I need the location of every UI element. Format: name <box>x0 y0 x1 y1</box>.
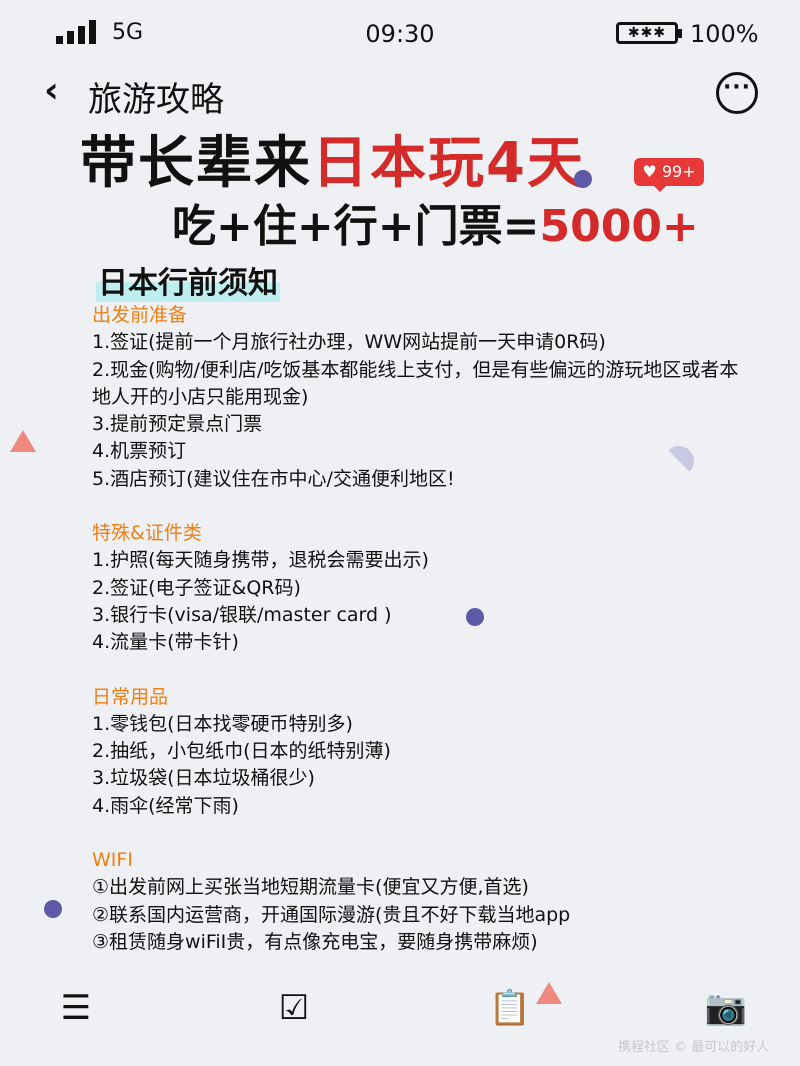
nav-bar: ‹ 旅游攻略 ··· <box>0 62 800 122</box>
list-item: 1.护照(每天随身携带，退税会需要出示) <box>92 549 429 572</box>
category-title: WIFI <box>92 849 133 872</box>
list-item: ②联系国内运营商，开通国际漫游(贵且不好下载当地app <box>92 903 571 926</box>
section-daily-items: 日常用品 1.零钱包(日本找零硬币特别多) 2.抽纸，小包纸巾(日本的纸特别薄)… <box>92 684 752 820</box>
category-title: 出发前准备 <box>92 304 188 326</box>
checklist-content: 出发前准备 1.签证(提前一个月旅行社办理，WW网站提前一天申请0R码) 2.现… <box>92 302 752 956</box>
list-item: 3.提前预定景点门票 <box>92 413 263 436</box>
list-item: 3.银行卡(visa/银联/master card ) <box>92 603 392 626</box>
camera-icon[interactable]: 📷 <box>704 986 748 1030</box>
hero-line2-red: 5000+ <box>539 201 699 252</box>
hero-line2-black: 吃+住+行+门票= <box>172 201 540 252</box>
section-documents: 特殊&证件类 1.护照(每天随身携带，退税会需要出示) 2.签证(电子签证&QR… <box>92 520 752 656</box>
list-item: 4.流量卡(带卡针) <box>92 631 239 654</box>
watermark: 携程社区 © 最可以的好人 <box>618 1040 770 1055</box>
decorative-triangle <box>10 430 36 452</box>
list-item: 1.零钱包(日本找零硬币特别多) <box>92 712 353 735</box>
decorative-dot <box>44 900 62 918</box>
list-item: ③租赁随身wiFiI贵，有点像充电宝，要随身携带麻烦) <box>92 930 538 953</box>
list-item: 5.酒店预订(建议住在市中心/交通便利地区! <box>92 467 455 490</box>
list-item: 2.现金(购物/便利店/吃饭基本都能线上支付，但是有些偏远的游玩地区或者本地人开… <box>92 358 739 408</box>
section-wifi: WIFI ①出发前网上买张当地短期流量卡(便宜又方便,首选) ②联系国内运营商，… <box>92 847 752 956</box>
battery-percent: 100% <box>690 20 759 48</box>
like-count: 99+ <box>661 162 696 181</box>
bottom-toolbar: ☰ ☑ 📋 📷 <box>0 986 800 1036</box>
battery-icon: ✱✱✱ <box>616 22 682 44</box>
list-item: 4.雨伞(经常下雨) <box>92 794 239 817</box>
checklist-icon[interactable]: ☑ <box>272 986 316 1030</box>
heart-icon: ♥ <box>642 162 657 181</box>
hero-line1-black: 带长辈来 <box>80 131 312 196</box>
list-item: 3.垃圾袋(日本垃圾桶很少) <box>92 767 315 790</box>
menu-icon[interactable]: ☰ <box>54 986 98 1030</box>
category-title: 特殊&证件类 <box>92 522 202 545</box>
section-title: 日本行前须知 <box>96 258 280 302</box>
like-badge[interactable]: ♥ 99+ <box>634 158 704 192</box>
hero-headline: 带长辈来日本玩4天 <box>80 118 585 199</box>
more-options-icon[interactable]: ··· <box>716 72 758 114</box>
hero-line1-red: 日本玩4天 <box>312 131 585 196</box>
back-icon[interactable]: ‹ <box>44 70 59 111</box>
category-title: 日常用品 <box>92 685 169 708</box>
clipboard-icon[interactable]: 📋 <box>488 986 532 1030</box>
list-item: 4.机票预订 <box>92 440 187 463</box>
page-title: 旅游攻略 <box>88 80 224 120</box>
list-item: 1.签证(提前一个月旅行社办理，WW网站提前一天申请0R码) <box>92 331 606 354</box>
list-item: ①出发前网上买张当地短期流量卡(便宜又方便,首选) <box>92 876 529 899</box>
decorative-dot <box>574 170 592 188</box>
section-departure: 出发前准备 1.签证(提前一个月旅行社办理，WW网站提前一天申请0R码) 2.现… <box>92 302 752 493</box>
status-bar: 5G 09:30 ✱✱✱ 100% <box>0 0 800 66</box>
list-item: 2.抽纸，小包纸巾(日本的纸特别薄) <box>92 740 391 763</box>
list-item: 2.签证(电子签证&QR码) <box>92 576 301 599</box>
hero-subheadline: 吃+住+行+门票=5000+ <box>172 190 699 254</box>
